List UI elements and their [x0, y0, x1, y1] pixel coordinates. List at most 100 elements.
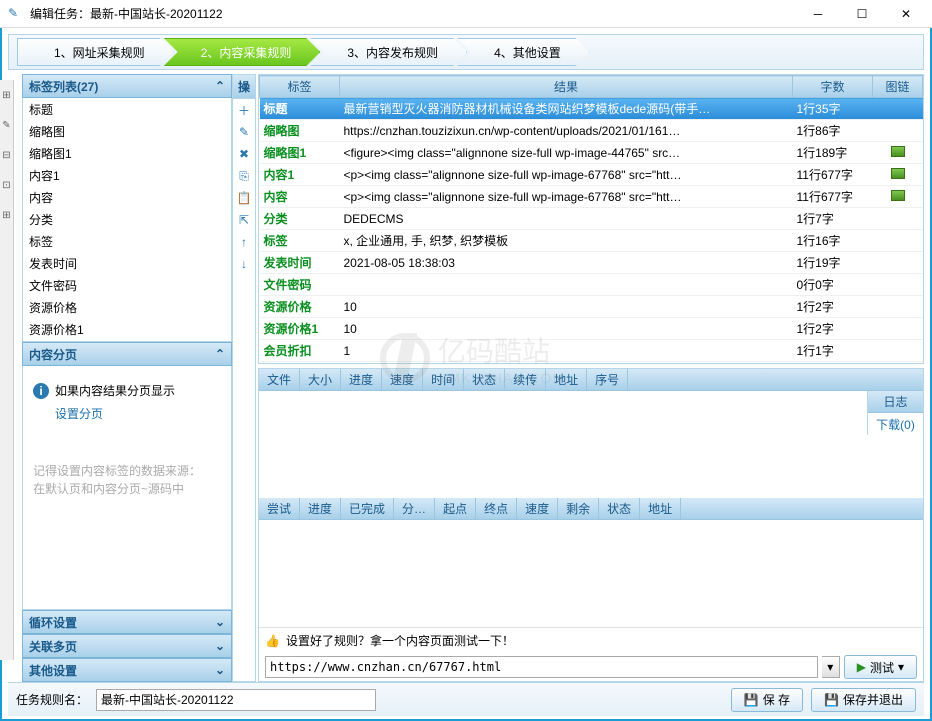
content-page-hint: 如果内容结果分页显示 [55, 382, 175, 399]
wizard-steps: 1、网址采集规则2、内容采集规则3、内容发布规则4、其他设置 [8, 34, 924, 70]
grid-count-cell: 1行16字 [793, 230, 873, 252]
grid-header[interactable]: 图链 [873, 76, 923, 98]
grid-row[interactable]: 标题 最新营销型灭火器消防器材机械设备类网站织梦模板dede源码(带手… 1行3… [260, 98, 923, 120]
tag-item[interactable]: 资源价格1 [23, 318, 231, 340]
grid-row[interactable]: 资源价格 10 1行2字 [260, 296, 923, 318]
dl-col-header[interactable]: 文件 [259, 369, 300, 390]
paste-icon[interactable]: 📋 [233, 187, 255, 209]
try-col-header[interactable]: 地址 [640, 498, 681, 519]
up-icon[interactable]: ↑ [233, 231, 255, 253]
try-col-header[interactable]: 起点 [435, 498, 476, 519]
grid-row[interactable]: 标签 x, 企业通用, 手, 织梦, 织梦模板 1行16字 [260, 230, 923, 252]
grid-tag-cell: 分类 [260, 208, 340, 230]
delete-icon[interactable]: ✖ [233, 143, 255, 165]
tag-item[interactable]: 资源价格 [23, 296, 231, 318]
dl-col-header[interactable]: 状态 [464, 369, 505, 390]
grid-row[interactable]: VIP是否免费 1 1行1字 [260, 362, 923, 365]
dl-col-header[interactable]: 续传 [505, 369, 546, 390]
collapse-icon[interactable]: ⌃ [215, 79, 225, 93]
grid-tag-cell: 资源价格 [260, 296, 340, 318]
other-settings-header[interactable]: 其他设置 ⌄ [22, 658, 232, 682]
grid-row[interactable]: 分类 DEDECMS 1行7字 [260, 208, 923, 230]
try-col-header[interactable]: 状态 [599, 498, 640, 519]
expand-icon[interactable]: ⌄ [215, 663, 225, 677]
grid-header[interactable]: 结果 [340, 76, 793, 98]
tag-item[interactable]: 标题 [23, 98, 231, 120]
task-name-input[interactable] [96, 689, 376, 711]
tag-item[interactable]: 缩略图 [23, 120, 231, 142]
dl-col-header[interactable]: 时间 [423, 369, 464, 390]
grid-row[interactable]: 资源价格1 10 1行2字 [260, 318, 923, 340]
grid-img-cell [873, 208, 923, 230]
grid-row[interactable]: 会员折扣 1 1行1字 [260, 340, 923, 362]
down-icon[interactable]: ↓ [233, 253, 255, 275]
close-button[interactable]: ✕ [888, 2, 924, 26]
download-count[interactable]: 下载(0) [868, 413, 923, 435]
strip-btn[interactable]: ✎ [0, 110, 13, 140]
grid-row[interactable]: 缩略图1 <figure><img class="alignnone size-… [260, 142, 923, 164]
set-paging-link[interactable]: 设置分页 [55, 405, 221, 422]
dl-col-header[interactable]: 序号 [587, 369, 628, 390]
strip-btn[interactable]: ⊞ [0, 200, 13, 230]
dl-col-header[interactable]: 速度 [382, 369, 423, 390]
collapse-icon[interactable]: ⌃ [215, 347, 225, 361]
maximize-button[interactable]: ☐ [844, 2, 880, 26]
download-panel: 文件大小进度速度时间状态续传地址序号 日志 下载(0) 尝试进度已完成分…起点终… [258, 368, 924, 682]
expand-icon[interactable]: ⌄ [215, 639, 225, 653]
dl-col-header[interactable]: 地址 [546, 369, 587, 390]
grid-header[interactable]: 标签 [260, 76, 340, 98]
dl-col-header[interactable]: 大小 [300, 369, 341, 390]
grid-row[interactable]: 内容1 <p><img class="alignnone size-full w… [260, 164, 923, 186]
copy-icon[interactable]: ⎘ [233, 165, 255, 187]
tag-item[interactable]: 发表时间 [23, 252, 231, 274]
save-button[interactable]: 💾 保 存 [731, 688, 803, 712]
tag-item[interactable]: 标签 [23, 230, 231, 252]
grid-row[interactable]: 缩略图 https://cnzhan.touzizixun.cn/wp-cont… [260, 120, 923, 142]
strip-btn[interactable]: ⊡ [0, 170, 13, 200]
wizard-step-2[interactable]: 3、内容发布规则 [310, 38, 467, 66]
try-col-header[interactable]: 分… [394, 498, 435, 519]
edit-icon[interactable]: ✎ [233, 121, 255, 143]
grid-count-cell: 1行1字 [793, 340, 873, 362]
taglist-title: 标签列表(27) [29, 78, 98, 95]
dl-col-header[interactable]: 进度 [341, 369, 382, 390]
strip-btn[interactable]: ⊟ [0, 140, 13, 170]
wizard-step-1[interactable]: 2、内容采集规则 [164, 38, 321, 66]
loop-settings-header[interactable]: 循环设置 ⌄ [22, 610, 232, 634]
try-col-header[interactable]: 进度 [300, 498, 341, 519]
tag-item[interactable]: 分类 [23, 208, 231, 230]
log-header[interactable]: 日志 [868, 391, 923, 413]
try-col-header[interactable]: 剩余 [558, 498, 599, 519]
tag-item[interactable]: 文件密码 [23, 274, 231, 296]
test-button[interactable]: ▶ 测试 ▾ [844, 655, 917, 679]
minimize-button[interactable]: ─ [800, 2, 836, 26]
expand-icon[interactable]: ⌄ [215, 615, 225, 629]
strip-btn[interactable]: ⊞ [0, 80, 13, 110]
try-col-header[interactable]: 尝试 [259, 498, 300, 519]
grid-row[interactable]: 文件密码 0行0字 [260, 274, 923, 296]
save-exit-button[interactable]: 💾 保存并退出 [811, 688, 916, 712]
grid-row[interactable]: 内容 <p><img class="alignnone size-full wp… [260, 186, 923, 208]
multi-page-header[interactable]: 关联多页 ⌄ [22, 634, 232, 658]
try-col-header[interactable]: 终点 [476, 498, 517, 519]
grid-count-cell: 1行19字 [793, 252, 873, 274]
wizard-step-0[interactable]: 1、网址采集规则 [17, 38, 174, 66]
grid-row[interactable]: 发表时间 2021-08-05 18:38:03 1行19字 [260, 252, 923, 274]
try-col-header[interactable]: 速度 [517, 498, 558, 519]
tag-item[interactable]: 内容1 [23, 164, 231, 186]
taglist-header: 标签列表(27) ⌃ [22, 74, 232, 98]
grid-count-cell: 1行35字 [793, 98, 873, 120]
tag-item[interactable]: 缩略图1 [23, 142, 231, 164]
grid-tag-cell: 文件密码 [260, 274, 340, 296]
try-col-header[interactable]: 已完成 [341, 498, 394, 519]
export-icon[interactable]: ⇱ [233, 209, 255, 231]
add-icon[interactable]: ＋ [233, 99, 255, 121]
url-dropdown-button[interactable]: ▾ [822, 656, 840, 678]
grid-header[interactable]: 字数 [793, 76, 873, 98]
grid-img-cell [873, 164, 923, 186]
tag-item[interactable]: 内容 [23, 186, 231, 208]
test-url-input[interactable] [265, 656, 818, 678]
wizard-step-3[interactable]: 4、其他设置 [457, 38, 590, 66]
content-page-header[interactable]: 内容分页 ⌃ [22, 342, 232, 366]
grid-result-cell: <p><img class="alignnone size-full wp-im… [340, 186, 793, 208]
